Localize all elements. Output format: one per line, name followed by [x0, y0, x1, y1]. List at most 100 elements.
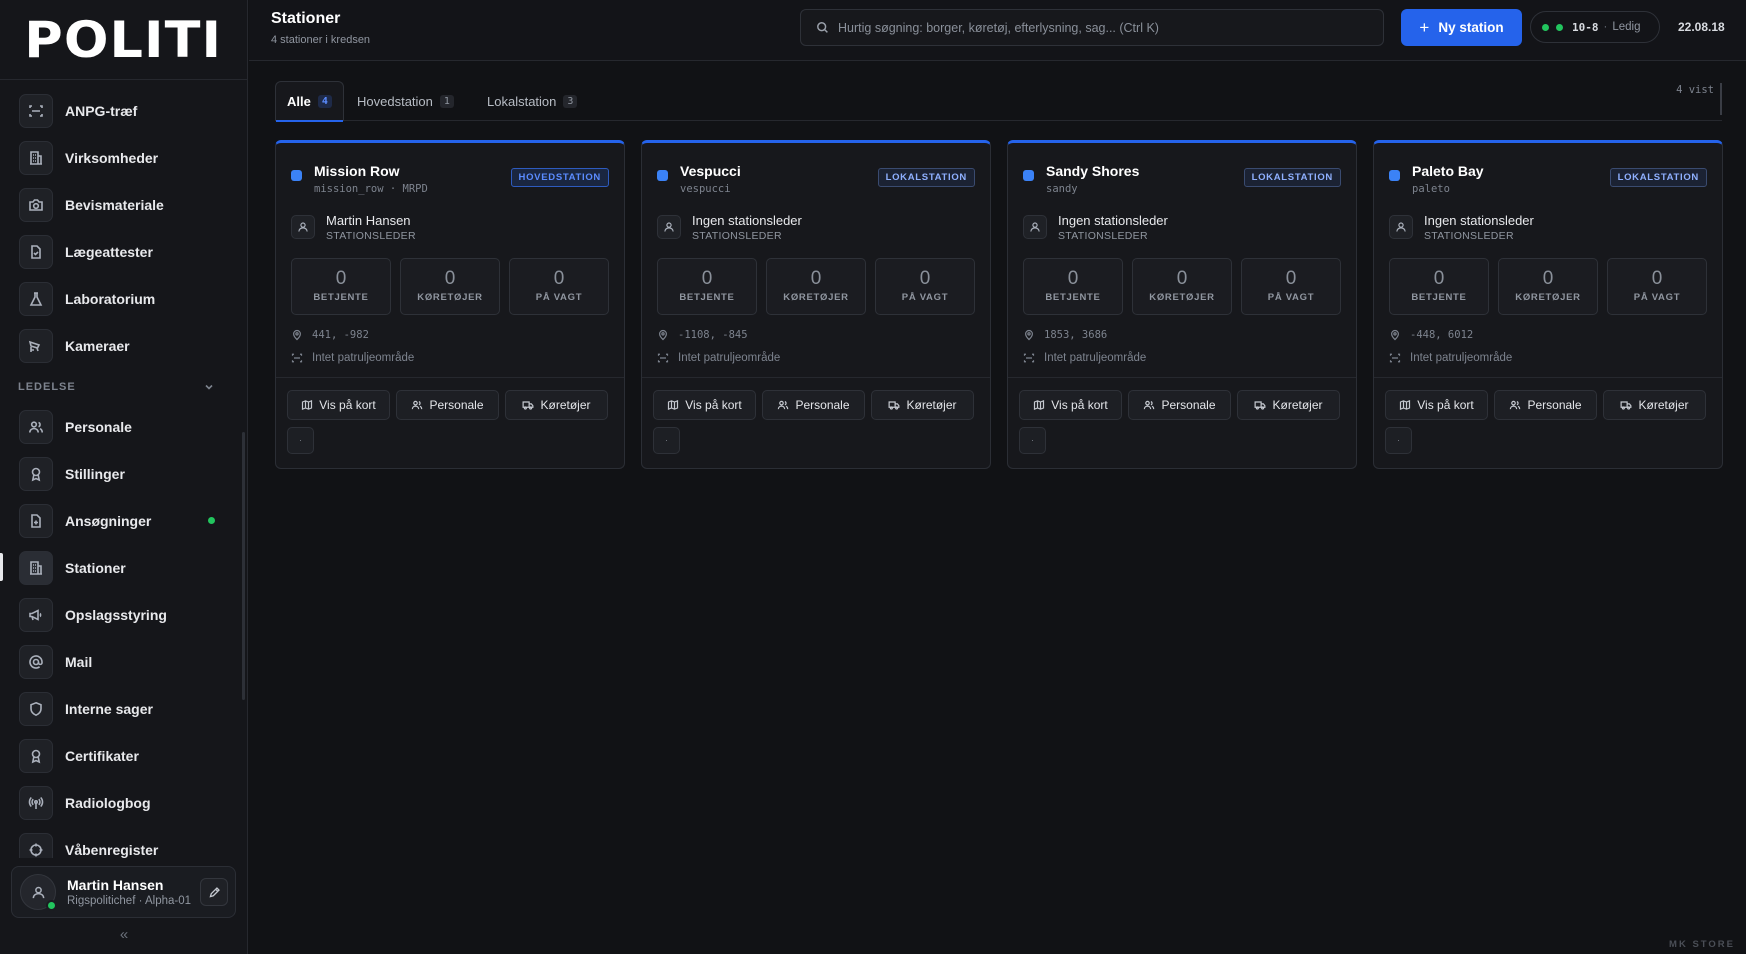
more-button[interactable]: ·	[287, 427, 314, 454]
sidebar-item-ansoegninger[interactable]: Ansøgninger	[0, 497, 242, 544]
stat-value: 0	[1651, 268, 1663, 289]
map-pin-icon	[659, 329, 667, 341]
sidebar-item-laboratorium[interactable]: Laboratorium	[0, 275, 242, 322]
station-card[interactable]: Sandy Shores sandy LOKALSTATION Ingen st…	[1007, 140, 1357, 469]
tab-alle[interactable]: Alle 4	[275, 81, 344, 122]
station-coords: -448, 6012	[1389, 327, 1707, 343]
stat-officers: 0 BETJENTE	[657, 258, 757, 315]
more-button[interactable]: ·	[1019, 427, 1046, 454]
button-label: Personale	[1527, 398, 1582, 412]
station-card[interactable]: Vespucci vespucci LOKALSTATION Ingen sta…	[641, 140, 991, 469]
station-card[interactable]: Mission Row mission_row · MRPD HOVEDSTAT…	[275, 140, 625, 469]
show-on-map-button[interactable]: Vis på kort	[1385, 390, 1488, 420]
show-on-map-button[interactable]: Vis på kort	[287, 390, 390, 420]
map-pin-icon	[1391, 329, 1399, 341]
status-dot	[1542, 23, 1549, 31]
section-header-ledelse[interactable]: LEDELSE	[0, 371, 242, 403]
sidebar-item-certifikater[interactable]: Certifikater	[0, 732, 242, 779]
vehicles-button[interactable]: Køretøjer	[871, 390, 974, 420]
button-label: Køretøjer	[906, 398, 957, 412]
sidebar-item-personale[interactable]: Personale	[0, 403, 242, 450]
sidebar-item-opslagsstyring[interactable]: Opslagsstyring	[0, 591, 242, 638]
stat-vehicles: 0 KØRETØJER	[1132, 258, 1232, 315]
stat-label: BETJENTE	[679, 292, 735, 303]
logo-text: POLITI	[24, 10, 223, 69]
button-label: Vis på kort	[685, 398, 742, 412]
sidebar: POLITI ANPG-træf Virksomheder Bevismater…	[0, 0, 248, 954]
map-pin-icon	[1025, 329, 1033, 341]
vehicles-button[interactable]: Køretøjer	[1237, 390, 1340, 420]
station-name: Sandy Shores	[1046, 163, 1140, 179]
sidebar-item-mail[interactable]: Mail	[0, 638, 242, 685]
vehicles-button[interactable]: Køretøjer	[1603, 390, 1706, 420]
stat-label: BETJENTE	[1411, 292, 1467, 303]
at-icon	[19, 644, 53, 679]
more-button[interactable]: ·	[653, 427, 680, 454]
truck-icon	[889, 401, 900, 410]
sidebar-item-anpg[interactable]: ANPG-træf	[0, 88, 242, 134]
show-on-map-button[interactable]: Vis på kort	[653, 390, 756, 420]
collapse-sidebar-button[interactable]: «	[0, 926, 248, 943]
status-pill[interactable]: 10-8 · Ledig	[1530, 11, 1660, 43]
chevron-down-icon	[205, 384, 213, 390]
camera-icon	[19, 187, 53, 222]
stat-officers: 0 BETJENTE	[1023, 258, 1123, 315]
search-icon	[817, 22, 828, 33]
staff-button[interactable]: Personale	[762, 390, 865, 420]
station-card[interactable]: Paleto Bay paleto LOKALSTATION Ingen sta…	[1373, 140, 1723, 469]
sidebar-item-label: Mail	[65, 653, 93, 670]
station-patrol: Intet patruljeområde	[657, 350, 975, 366]
user-card[interactable]: Martin Hansen Rigspolitichef · Alpha-01	[11, 866, 236, 918]
more-button[interactable]: ·	[1385, 427, 1412, 454]
station-name: Paleto Bay	[1412, 163, 1484, 179]
map-icon	[1034, 400, 1045, 410]
sidebar-item-vaabenregister[interactable]: Våbenregister	[0, 826, 242, 858]
staff-button[interactable]: Personale	[1494, 390, 1597, 420]
sidebar-item-label: Radiologbog	[65, 794, 151, 811]
filter-tabs: Alle 4 Hovedstation 1 Lokalstation 3	[275, 81, 1722, 122]
stat-label: KØRETØJER	[1515, 292, 1581, 303]
sidebar-item-stationer[interactable]: Stationer	[0, 544, 242, 591]
tab-hovedstation[interactable]: Hovedstation 1	[346, 81, 465, 121]
tab-count: 3	[563, 94, 578, 108]
show-on-map-button[interactable]: Vis på kort	[1019, 390, 1122, 420]
flask-icon	[19, 281, 53, 316]
sidebar-item-radiologbog[interactable]: Radiologbog	[0, 779, 242, 826]
vehicles-button[interactable]: Køretøjer	[505, 390, 608, 420]
user-icon	[657, 215, 681, 239]
user-icon	[291, 215, 315, 239]
search-bar[interactable]	[800, 9, 1384, 46]
stat-label: PÅ VAGT	[535, 292, 583, 303]
new-station-button[interactable]: + Ny station	[1401, 9, 1522, 46]
status-dot	[1556, 23, 1563, 31]
card-actions: Vis på kort Personale Køretøjer	[1019, 390, 1345, 420]
sidebar-scrollbar[interactable]	[242, 432, 245, 700]
search-input[interactable]	[838, 20, 1358, 35]
staff-button[interactable]: Personale	[396, 390, 499, 420]
sidebar-item-laegeattester[interactable]: Lægeattester	[0, 228, 242, 275]
stat-label: BETJENTE	[313, 292, 369, 303]
sidebar-item-virksomheder[interactable]: Virksomheder	[0, 134, 242, 181]
sidebar-item-stillinger[interactable]: Stillinger	[0, 450, 242, 497]
stat-value: 0	[701, 268, 713, 289]
station-type-badge: LOKALSTATION	[1243, 168, 1341, 187]
tab-label: Hovedstation	[357, 93, 433, 109]
truck-icon	[523, 401, 534, 410]
online-indicator	[46, 900, 57, 911]
award-icon	[19, 738, 53, 773]
card-actions: Vis på kort Personale Køretøjer	[1385, 390, 1711, 420]
sidebar-item-kameraer[interactable]: Kameraer	[0, 322, 242, 369]
edit-profile-button[interactable]	[200, 878, 228, 906]
status-separator: ·	[1603, 21, 1608, 33]
brand-logo[interactable]: POLITI	[0, 0, 247, 80]
radio-icon	[19, 785, 53, 820]
sidebar-item-bevismateriale[interactable]: Bevismateriale	[0, 181, 242, 228]
sidebar-item-interne-sager[interactable]: Interne sager	[0, 685, 242, 732]
staff-button[interactable]: Personale	[1128, 390, 1231, 420]
button-label: Køretøjer	[1638, 398, 1689, 412]
card-divider	[276, 377, 624, 378]
users-icon	[412, 400, 423, 410]
tab-lokalstation[interactable]: Lokalstation 3	[476, 81, 588, 121]
coords-text: -1108, -845	[678, 329, 748, 341]
station-name: Mission Row	[314, 163, 400, 179]
